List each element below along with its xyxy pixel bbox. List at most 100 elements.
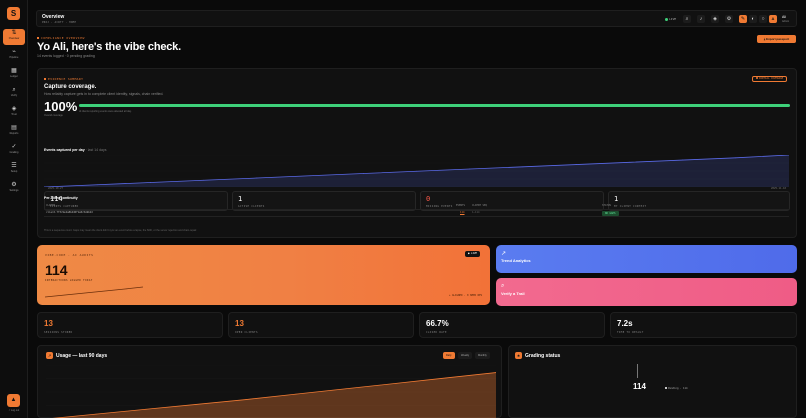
data-point bbox=[362, 173, 364, 174]
shield-icon: ◈ bbox=[713, 16, 717, 22]
data-point bbox=[628, 161, 630, 163]
partial-coverage-badge: PARTIAL COVERAGE bbox=[752, 76, 788, 82]
coverage-description: How reliably capture gets in to complete… bbox=[44, 92, 164, 96]
hero-value: 114 bbox=[45, 262, 68, 278]
search-button[interactable]: ⌕ bbox=[683, 15, 691, 23]
client-table: CLIENT EVENTS CLIENT SEQ STATUS client-7… bbox=[44, 203, 789, 217]
moon-icon: ◐ bbox=[751, 16, 755, 22]
trend-analytics-title: Trend Analytics bbox=[501, 258, 531, 263]
gear-icon: ⚙ bbox=[11, 182, 17, 188]
events-count-link[interactable]: 114 bbox=[460, 211, 465, 214]
theme-dark-button[interactable]: ◐ bbox=[749, 15, 757, 23]
search-icon: ⌕ bbox=[501, 283, 505, 289]
sidebar-item-ledger[interactable]: ▦ Ledger bbox=[3, 67, 25, 83]
trend-icon: ↗ bbox=[501, 251, 507, 257]
coverage-title: Capture coverage. bbox=[44, 84, 97, 90]
user-name: Ali bbox=[782, 15, 786, 19]
segment-weekly[interactable]: Weekly bbox=[458, 352, 473, 359]
interactions-hero-card[interactable]: VIBE-CODE · AI AUDITS ● LIVE 114 INTERAC… bbox=[37, 245, 490, 305]
shield-icon: ◈ bbox=[11, 106, 17, 112]
sidebar-item-overview[interactable]: ⇅ Overview bbox=[3, 29, 25, 45]
data-point bbox=[575, 164, 577, 165]
sidebar-item-label: Pipeline bbox=[9, 56, 19, 59]
segment-monthly[interactable]: Monthly bbox=[475, 352, 490, 359]
data-point bbox=[395, 382, 397, 384]
segment-daily[interactable]: Daily bbox=[443, 352, 455, 359]
sidebar-item-label: Setup bbox=[10, 170, 18, 173]
shield-button[interactable]: ◈ bbox=[711, 15, 719, 23]
search-icon: ⌕ bbox=[12, 87, 16, 93]
coverage-bar-caption: of clients reporting events were atteste… bbox=[79, 110, 132, 113]
usage-panel: ↗ Usage — last 90 days Daily Weekly Mont… bbox=[37, 345, 502, 418]
data-point bbox=[735, 157, 737, 159]
ledger-icon: ▦ bbox=[11, 68, 17, 74]
gear-icon: ⚙ bbox=[726, 16, 732, 22]
notifications-button[interactable]: ♪ bbox=[697, 15, 705, 23]
logout-link[interactable]: < Log out bbox=[3, 409, 25, 412]
sidebar-item-trust[interactable]: ◈ Trust bbox=[3, 105, 25, 121]
sidebar-item-label: Grading bbox=[9, 151, 19, 154]
data-point bbox=[309, 175, 311, 177]
sidebar-item-label: Ledger bbox=[10, 75, 18, 78]
coverage-percent-label: Overall coverage bbox=[44, 114, 63, 117]
sidebar-item-settings[interactable]: ⚙ Settings bbox=[3, 181, 25, 197]
data-point bbox=[682, 159, 683, 161]
grading-panel: ★ Grading status 114 Pending · 114 bbox=[508, 345, 797, 418]
section-eyebrow: COMPLIANCE OVERVIEW bbox=[37, 36, 85, 40]
trend-icon: ↗ bbox=[46, 352, 53, 359]
hero-label: INTERACTIONS LOGGED TODAY bbox=[45, 279, 93, 282]
data-point bbox=[256, 177, 258, 179]
app-logo[interactable]: S bbox=[7, 7, 20, 20]
table-row[interactable]: client-7f3c9e2a8b4d6f1e0c5a9b2d 114 1–11… bbox=[44, 210, 789, 217]
per-client-title: Per-client continuity bbox=[44, 196, 78, 200]
chart-end-date: 2025-11-10 bbox=[771, 187, 787, 190]
mini-stat-time-to-result: 7.2s TIME TO RESULT bbox=[610, 312, 797, 338]
settings-button[interactable]: ⚙ bbox=[725, 15, 733, 23]
events-chart-title: Events captured per day · last 14 days bbox=[44, 148, 107, 152]
pen-icon: ✎ bbox=[740, 16, 746, 22]
hero-sparkline bbox=[45, 286, 143, 298]
export-passport-button[interactable]: ⤓ Export passport bbox=[757, 35, 796, 43]
sidebar-item-grading[interactable]: ✓ Grading bbox=[3, 143, 25, 159]
user-role: Admin bbox=[782, 20, 790, 23]
sidebar-item-pipeline[interactable]: ⌁ Pipeline bbox=[3, 48, 25, 64]
verify-trail-card[interactable]: ⌕ Verify a Trail bbox=[496, 278, 797, 306]
sidebar-item-label: Settings bbox=[9, 189, 19, 192]
data-point bbox=[95, 413, 97, 415]
usage-title: Usage — last 90 days bbox=[56, 353, 108, 359]
data-point bbox=[469, 168, 471, 170]
theme-orange-button[interactable]: ✎ bbox=[739, 15, 747, 23]
data-point bbox=[145, 408, 147, 410]
page-title: Overview bbox=[42, 14, 65, 20]
theme-light-button[interactable]: ○ bbox=[759, 15, 767, 23]
star-icon: ★ bbox=[515, 352, 522, 359]
coverage-footnote: This is a sequence count. Gaps may mean … bbox=[44, 229, 197, 232]
data-point bbox=[416, 170, 417, 172]
coverage-progress-bar bbox=[79, 104, 790, 107]
avatar[interactable]: A bbox=[769, 15, 777, 23]
data-point bbox=[96, 184, 98, 186]
series-area bbox=[56, 372, 496, 418]
trend-analytics-card[interactable]: ↗ Trend Analytics bbox=[496, 245, 797, 273]
sidebar-item-label: Overview bbox=[8, 37, 20, 40]
data-point bbox=[445, 377, 447, 379]
sidebar-item-reports[interactable]: ▤ Reports bbox=[3, 124, 25, 140]
events-line-chart bbox=[44, 155, 789, 187]
status-badge: NO GAPS bbox=[602, 211, 619, 216]
data-point bbox=[295, 393, 297, 395]
usage-area-chart bbox=[46, 365, 496, 418]
sun-icon: ○ bbox=[761, 16, 765, 22]
greeting-headline: Yo Ali, here's the vibe check. bbox=[37, 41, 181, 53]
sidebar-item-label: Reports bbox=[9, 132, 19, 135]
mini-stat-sessions: 13 SESSIONS STORED bbox=[37, 312, 223, 338]
greeting-subtitle: 14 events logged · 0 pending grading bbox=[37, 54, 95, 58]
check-icon: ✓ bbox=[11, 144, 17, 150]
grading-legend: Pending · 114 bbox=[665, 387, 688, 390]
collapse-icon[interactable]: ▲ bbox=[7, 394, 20, 407]
table-header: CLIENT EVENTS CLIENT SEQ STATUS bbox=[44, 203, 789, 210]
bell-icon: ♪ bbox=[699, 16, 703, 22]
sidebar-item-verify[interactable]: ⌕ Verify bbox=[3, 86, 25, 102]
sidebar-item-setup[interactable]: ☰ Setup bbox=[3, 162, 25, 178]
verify-trail-title: Verify a Trail bbox=[501, 291, 525, 296]
coverage-progress-fill bbox=[79, 104, 790, 107]
